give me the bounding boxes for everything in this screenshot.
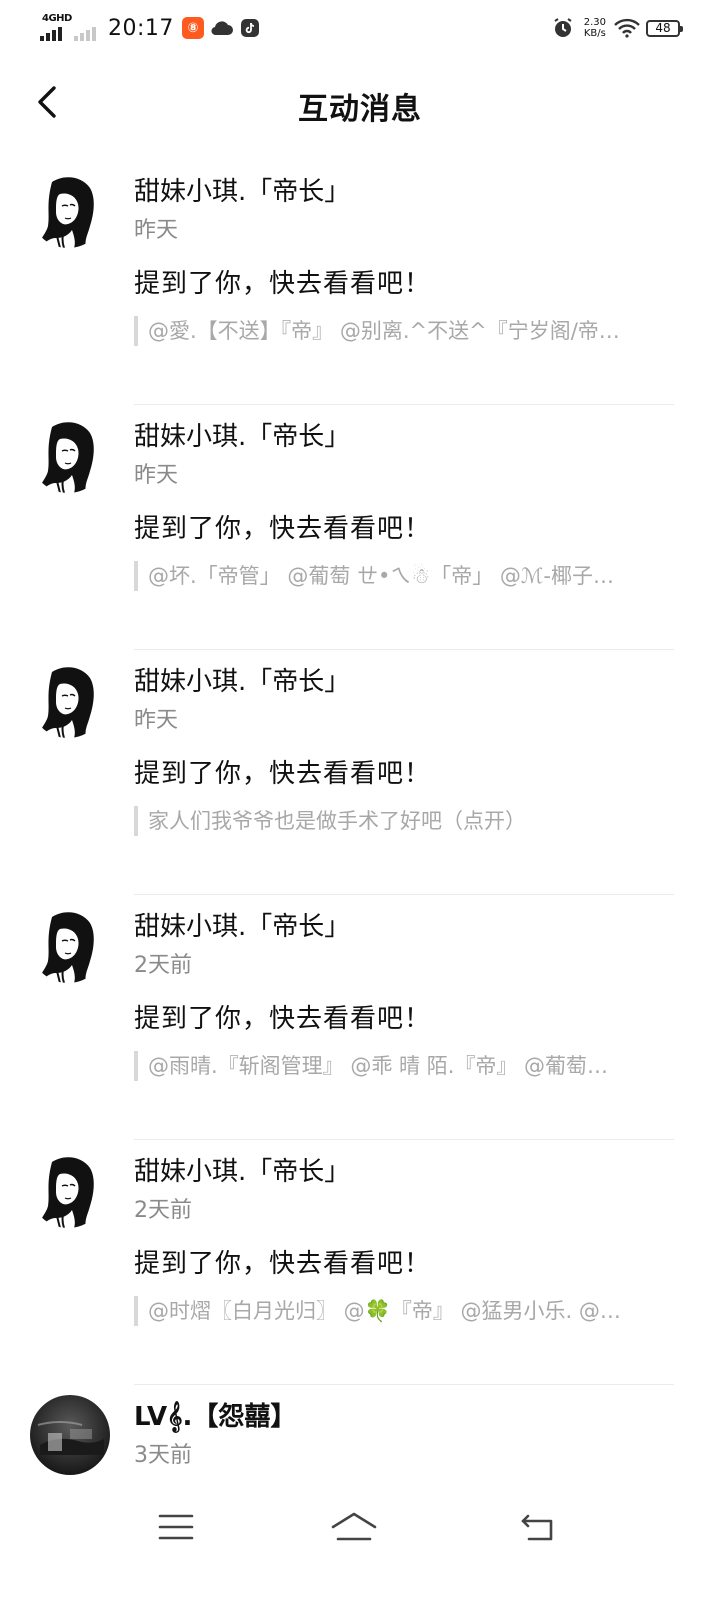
system-nav-bar xyxy=(0,1492,720,1562)
status-right: 2.30 KB/s 48 xyxy=(552,17,683,39)
message-quote[interactable]: 家人们我爷爷也是做手术了好吧（点开） xyxy=(134,806,674,836)
screen: 4GHD 20:17 ⑧ 2.30 KB/s 48 互动消息 甜妹小琪.「帝长」… xyxy=(0,0,720,1600)
message-body: 甜妹小琪.「帝长」 2天前 提到了你，快去看看吧！ @时熠〖白月光归〗 @🍀『帝… xyxy=(134,1140,674,1326)
message-time: 昨天 xyxy=(134,218,179,243)
avatar[interactable] xyxy=(30,417,106,493)
signal-icon: 4GHD xyxy=(40,13,72,41)
avatar[interactable] xyxy=(30,172,106,248)
net-speed-value: 2.30 xyxy=(583,17,606,28)
cloud-icon xyxy=(210,19,234,37)
message-body: 甜妹小琪.「帝长」 昨天 提到了你，快去看看吧！ 家人们我爷爷也是做手术了好吧（… xyxy=(134,650,674,836)
signal-secondary-icon xyxy=(74,15,96,41)
menu-button[interactable] xyxy=(146,1502,206,1552)
message-time: 昨天 xyxy=(134,463,179,488)
message-body: LV𝄞.【怨囍】 3天前 xyxy=(134,1385,674,1471)
message-text: 提到了你，快去看看吧！ xyxy=(134,514,432,544)
avatar[interactable] xyxy=(30,1152,106,1228)
message-quote[interactable]: @愛.【不送】『帝』 @别离.^不送^『宁岁阁/帝… xyxy=(134,316,674,346)
message-text: 提到了你，快去看看吧！ xyxy=(134,1004,432,1034)
avatar[interactable] xyxy=(30,1395,110,1475)
message-item[interactable]: 甜妹小琪.「帝长」 2天前 提到了你，快去看看吧！ @时熠〖白月光归〗 @🍀『帝… xyxy=(0,1140,720,1385)
message-quote[interactable]: @坏.「帝管」 @葡萄 ㄝ•ㄟ☃「帝」 @ℳ-椰子… xyxy=(134,561,674,591)
sender-name[interactable]: 甜妹小琪.「帝长」 xyxy=(134,664,674,700)
alarm-icon xyxy=(552,17,574,39)
avatar[interactable] xyxy=(30,662,106,738)
message-quote[interactable]: @雨晴.『斩阁管理』 @乖 晴 陌.『帝』 @葡萄… xyxy=(134,1051,674,1081)
app-notification-icon: ⑧ xyxy=(181,17,204,39)
wifi-icon xyxy=(614,18,640,38)
sender-name[interactable]: 甜妹小琪.「帝长」 xyxy=(134,909,674,945)
net-speed: 2.30 KB/s xyxy=(584,17,606,39)
message-quote[interactable]: @时熠〖白月光归〗 @🍀『帝』 @猛男小乐. @… xyxy=(134,1296,674,1326)
sender-name[interactable]: 甜妹小琪.「帝长」 xyxy=(134,1154,674,1190)
page-title: 互动消息 xyxy=(298,92,422,127)
sender-name[interactable]: 甜妹小琪.「帝长」 xyxy=(134,174,674,210)
return-icon xyxy=(521,1514,553,1541)
message-body: 甜妹小琪.「帝长」 昨天 提到了你，快去看看吧！ @坏.「帝管」 @葡萄 ㄝ•ㄟ… xyxy=(134,405,674,591)
battery-icon: 48 xyxy=(646,19,683,37)
message-item[interactable]: 甜妹小琪.「帝长」 昨天 提到了你，快去看看吧！ @坏.「帝管」 @葡萄 ㄝ•ㄟ… xyxy=(0,405,720,650)
message-list: 甜妹小琪.「帝长」 昨天 提到了你，快去看看吧！ @愛.【不送】『帝』 @别离.… xyxy=(0,160,720,1600)
message-text: 提到了你，快去看看吧！ xyxy=(134,269,432,299)
status-left: 4GHD 20:17 ⑧ xyxy=(40,13,266,41)
message-time: 2天前 xyxy=(134,1198,192,1223)
message-item[interactable]: 甜妹小琪.「帝长」 昨天 提到了你，快去看看吧！ @愛.【不送】『帝』 @别离.… xyxy=(0,160,720,405)
message-body: 甜妹小琪.「帝长」 昨天 提到了你，快去看看吧！ @愛.【不送】『帝』 @别离.… xyxy=(134,160,674,346)
message-time: 3天前 xyxy=(134,1443,192,1468)
message-text: 提到了你，快去看看吧！ xyxy=(134,759,432,789)
message-item[interactable]: 甜妹小琪.「帝长」 2天前 提到了你，快去看看吧！ @雨晴.『斩阁管理』 @乖 … xyxy=(0,895,720,1140)
home-icon xyxy=(331,1512,377,1541)
message-text: 提到了你，快去看看吧！ xyxy=(134,1249,432,1279)
network-type: 4GHD xyxy=(42,13,72,24)
home-button[interactable] xyxy=(324,1502,384,1552)
sender-name[interactable]: LV𝄞.【怨囍】 xyxy=(134,1399,674,1435)
message-time: 昨天 xyxy=(134,708,179,733)
status-bar: 4GHD 20:17 ⑧ 2.30 KB/s 48 xyxy=(0,0,720,56)
tiktok-icon xyxy=(240,18,260,38)
avatar[interactable] xyxy=(30,907,106,983)
message-item[interactable]: 甜妹小琪.「帝长」 昨天 提到了你，快去看看吧！ 家人们我爷爷也是做手术了好吧（… xyxy=(0,650,720,895)
message-body: 甜妹小琪.「帝长」 2天前 提到了你，快去看看吧！ @雨晴.『斩阁管理』 @乖 … xyxy=(134,895,674,1081)
header: 互动消息 xyxy=(0,62,720,146)
net-speed-unit: KB/s xyxy=(583,28,606,39)
return-button[interactable] xyxy=(508,1502,568,1552)
sender-name[interactable]: 甜妹小琪.「帝长」 xyxy=(134,419,674,455)
clock: 20:17 xyxy=(108,15,174,41)
menu-icon xyxy=(158,1514,194,1540)
message-time: 2天前 xyxy=(134,953,192,978)
